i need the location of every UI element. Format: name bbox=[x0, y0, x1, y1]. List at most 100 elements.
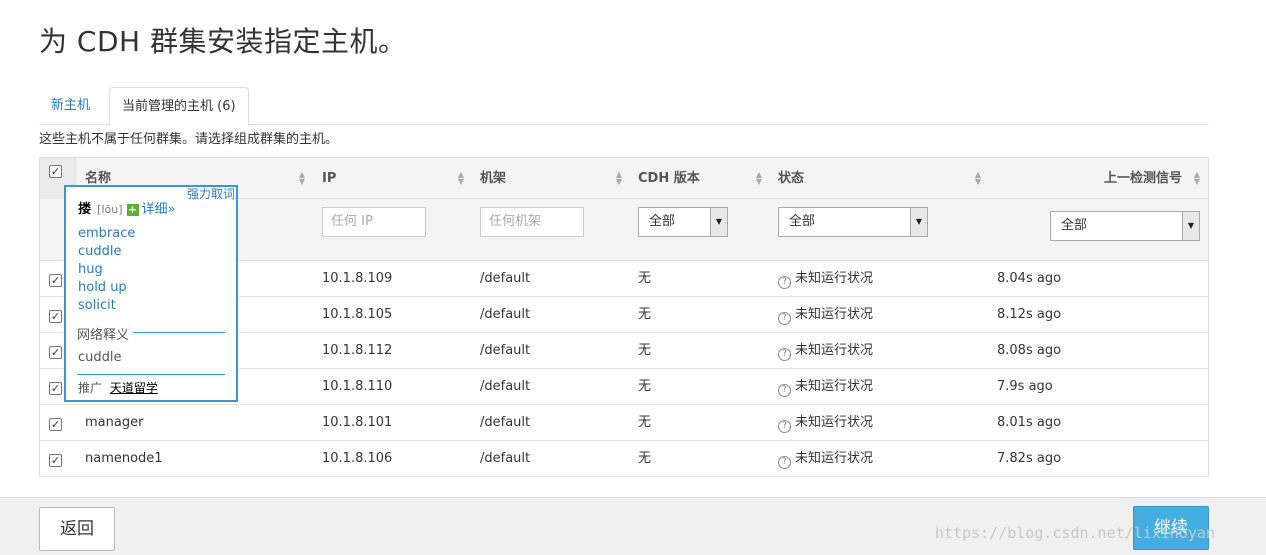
row-checkbox[interactable]: ✓ bbox=[49, 454, 62, 467]
dictionary-popup: 强力取词 搂 [lōu] + 详细» embrace cuddle hug hold… bbox=[64, 185, 238, 402]
chevron-down-icon: ▼ bbox=[910, 208, 927, 236]
help-circle-icon: ? bbox=[778, 348, 791, 361]
help-circle-icon: ? bbox=[778, 420, 791, 433]
host-heartbeat: 7.9s ago bbox=[997, 379, 1053, 394]
popup-meaning[interactable]: cuddle bbox=[78, 244, 122, 259]
host-rack: /default bbox=[480, 307, 531, 322]
popup-word: 搂 bbox=[78, 202, 92, 217]
host-heartbeat: 8.12s ago bbox=[997, 307, 1062, 322]
help-circle-icon: ? bbox=[778, 312, 791, 325]
popup-phonetic: [lōu] bbox=[97, 203, 123, 216]
select-all-checkbox[interactable]: ✓ bbox=[49, 165, 62, 178]
row-checkbox[interactable]: ✓ bbox=[49, 274, 62, 287]
host-cdh-version: 无 bbox=[638, 415, 652, 430]
col-cdh-header[interactable]: CDH 版本 bbox=[638, 158, 700, 199]
popup-promo-link[interactable]: 天道留学 bbox=[110, 381, 158, 395]
host-heartbeat: 7.82s ago bbox=[997, 451, 1062, 466]
cdh-version-filter-select[interactable]: 全部 ▼ bbox=[638, 207, 728, 237]
host-rack: /default bbox=[480, 271, 531, 286]
host-heartbeat: 8.08s ago bbox=[997, 343, 1062, 358]
host-ip: 10.1.8.109 bbox=[322, 271, 393, 286]
watermark: https://blog.csdn.net/lixinoyan bbox=[935, 524, 1215, 542]
host-rack: /default bbox=[480, 379, 531, 394]
host-status: ? 未知运行状况 bbox=[778, 369, 873, 405]
host-name-link[interactable]: manager bbox=[85, 405, 143, 441]
ip-filter-input[interactable]: 任何 IP bbox=[322, 207, 426, 237]
popup-header: 搂 [lōu] + 详细» bbox=[78, 198, 175, 217]
host-status-text: 未知运行状况 bbox=[795, 415, 874, 430]
status-filter-select[interactable]: 全部 ▼ bbox=[778, 207, 928, 237]
host-ip: 10.1.8.110 bbox=[322, 379, 393, 394]
col-rack-header[interactable]: 机架 bbox=[480, 158, 506, 199]
table-row[interactable]: ✓ manager 10.1.8.101/default 无? 未知运行状况 8.01s … bbox=[40, 405, 1208, 441]
heartbeat-filter-value: 全部 bbox=[1061, 218, 1088, 233]
add-wordbook-icon[interactable]: + bbox=[126, 204, 139, 216]
host-cdh-version: 无 bbox=[638, 271, 652, 286]
help-circle-icon: ? bbox=[778, 384, 791, 397]
host-status-text: 未知运行状况 bbox=[795, 451, 874, 466]
host-status-text: 未知运行状况 bbox=[795, 307, 874, 322]
chevron-down-icon: ▼ bbox=[710, 208, 727, 236]
host-cdh-version: 无 bbox=[638, 343, 652, 358]
help-circle-icon: ? bbox=[778, 456, 791, 469]
host-ip: 10.1.8.105 bbox=[322, 307, 393, 322]
row-checkbox[interactable]: ✓ bbox=[49, 310, 62, 323]
tab-bar: 新主机 当前管理的主机 (6) bbox=[39, 87, 1209, 126]
host-ip: 10.1.8.101 bbox=[322, 415, 393, 430]
host-heartbeat: 8.01s ago bbox=[997, 415, 1062, 430]
status-filter-value: 全部 bbox=[789, 214, 816, 229]
host-status-text: 未知运行状况 bbox=[795, 379, 874, 394]
host-rack: /default bbox=[480, 451, 531, 466]
popup-close-button[interactable]: 强力取词 bbox=[185, 187, 236, 201]
popup-detail-link[interactable]: 详细» bbox=[142, 202, 176, 217]
heartbeat-filter-select[interactable]: 全部 ▼ bbox=[1050, 211, 1200, 241]
popup-meaning[interactable]: hug bbox=[78, 262, 103, 277]
sort-ip-icon[interactable]: ▲ ▼ bbox=[457, 171, 465, 186]
popup-divider bbox=[133, 332, 225, 333]
popup-meaning[interactable]: solicit bbox=[78, 298, 116, 313]
sort-heartbeat-icon[interactable]: ▲ ▼ bbox=[1193, 171, 1201, 186]
row-checkbox[interactable]: ✓ bbox=[49, 418, 62, 431]
host-cdh-version: 无 bbox=[638, 307, 652, 322]
popup-meaning[interactable]: embrace bbox=[78, 226, 135, 241]
col-heartbeat-header[interactable]: 上一检测信号 bbox=[1104, 158, 1182, 199]
host-rack: /default bbox=[480, 343, 531, 358]
cdh-version-filter-value: 全部 bbox=[649, 214, 676, 229]
popup-web-meaning: cuddle bbox=[78, 350, 122, 365]
host-cdh-version: 无 bbox=[638, 379, 652, 394]
popup-meaning[interactable]: hold up bbox=[78, 280, 127, 295]
help-circle-icon: ? bbox=[778, 276, 791, 289]
chevron-down-icon: ▼ bbox=[1182, 212, 1199, 240]
host-ip: 10.1.8.112 bbox=[322, 343, 393, 358]
rack-filter-input[interactable]: 任何机架 bbox=[480, 207, 584, 237]
sort-rack-icon[interactable]: ▲ ▼ bbox=[615, 171, 623, 186]
host-status-text: 未知运行状况 bbox=[795, 343, 874, 358]
col-ip-header[interactable]: IP bbox=[322, 158, 336, 199]
col-status-header[interactable]: 状态 bbox=[778, 158, 804, 199]
host-status: ? 未知运行状况 bbox=[778, 333, 873, 369]
table-row[interactable]: ✓ namenode1 10.1.8.106/default 无? 未知运行状况 7.82… bbox=[40, 441, 1208, 477]
host-status-text: 未知运行状况 bbox=[795, 271, 874, 286]
host-status: ? 未知运行状况 bbox=[778, 441, 873, 477]
host-rack: /default bbox=[480, 415, 531, 430]
popup-divider bbox=[77, 374, 225, 375]
host-cdh-version: 无 bbox=[638, 451, 652, 466]
popup-web-section-label: 网络释义 bbox=[77, 328, 130, 343]
host-status: ? 未知运行状况 bbox=[778, 405, 873, 441]
sort-name-icon[interactable]: ▲ ▼ bbox=[298, 171, 306, 186]
sort-status-icon[interactable]: ▲ ▼ bbox=[974, 171, 982, 186]
page-title: 为 CDH 群集安装指定主机。 bbox=[39, 25, 407, 58]
popup-promo-label: 推广 bbox=[78, 381, 103, 395]
row-checkbox[interactable]: ✓ bbox=[49, 346, 62, 359]
popup-promo: 推广 天道留学 bbox=[78, 379, 158, 396]
intro-text: 这些主机不属于任何群集。请选择组成群集的主机。 bbox=[39, 132, 339, 147]
back-button[interactable]: 返回 bbox=[39, 507, 115, 551]
tab-managed-hosts[interactable]: 当前管理的主机 (6) bbox=[109, 87, 249, 126]
host-name-link[interactable]: namenode1 bbox=[85, 441, 163, 477]
host-status: ? 未知运行状况 bbox=[778, 261, 873, 297]
host-heartbeat: 8.04s ago bbox=[997, 271, 1062, 286]
host-ip: 10.1.8.106 bbox=[322, 451, 393, 466]
row-checkbox[interactable]: ✓ bbox=[49, 382, 62, 395]
sort-cdh-icon[interactable]: ▲ ▼ bbox=[755, 171, 763, 186]
tab-new-hosts[interactable]: 新主机 bbox=[39, 87, 102, 125]
